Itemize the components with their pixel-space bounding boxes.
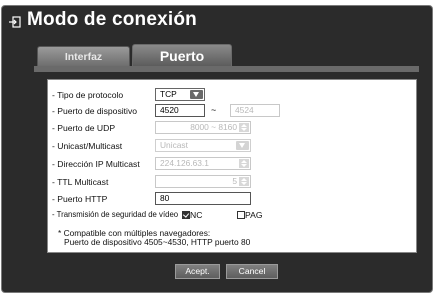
chevron-down-icon (236, 141, 249, 150)
spinner-icon (239, 177, 249, 186)
unicast-multicast-value: Unicast (160, 140, 188, 150)
device-port-label: - Puerto de dispositivo (52, 106, 138, 116)
multicast-ip-value: 224.126.63.1 (160, 158, 209, 168)
nc-checkbox-label: NC (190, 210, 203, 220)
multicast-ip-label: - Dirección IP Multicast (52, 159, 140, 169)
nc-checkbox[interactable] (182, 211, 190, 219)
protocol-label: - Tipo de protocolo (52, 90, 124, 100)
port-settings-panel: - Tipo de protocolo TCP - Puerto de disp… (47, 79, 417, 253)
spinner-icon (239, 159, 249, 168)
unicast-multicast-label: - Unicast/Multicast (52, 141, 123, 151)
tab-interfaz[interactable]: Interfaz (37, 46, 130, 66)
tab-puerto[interactable]: Puerto (132, 44, 232, 66)
dialog-title: Modo de conexión (27, 9, 197, 30)
protocol-select[interactable]: TCP (155, 88, 205, 101)
protocol-value: TCP (160, 89, 177, 99)
tab-bar-divider (34, 66, 419, 72)
pag-checkbox[interactable] (237, 211, 245, 219)
ok-button[interactable]: Acept. (175, 264, 220, 279)
chevron-down-icon (190, 90, 203, 99)
spinner-icon (239, 123, 249, 132)
enter-icon (9, 16, 21, 28)
ttl-multicast-value: 5 (232, 176, 237, 186)
device-port-end-input: 4524 (230, 104, 280, 117)
ttl-multicast-input: 5 (155, 175, 251, 188)
device-port-separator: ~ (211, 105, 217, 115)
udp-port-input: 8000 ~ 8160 (155, 121, 251, 134)
device-port-start-input[interactable]: 4520 (155, 104, 205, 117)
ttl-multicast-label: - TTL Multicast (52, 177, 109, 187)
compatibility-note-detail: Puerto de dispositivo 4505~4530, HTTP pu… (64, 237, 251, 247)
udp-port-label: - Puerto de UDP (52, 123, 116, 133)
video-security-label: - Transmisión de seguridad de vídeo (52, 210, 179, 219)
pag-checkbox-label: PAG (245, 210, 263, 220)
cancel-button[interactable]: Cancel (226, 264, 278, 279)
http-port-input[interactable]: 80 (155, 192, 251, 205)
unicast-multicast-select: Unicast (155, 139, 251, 152)
udp-port-value: 8000 ~ 8160 (190, 122, 237, 132)
multicast-ip-input: 224.126.63.1 (155, 157, 251, 170)
http-port-label: - Puerto HTTP (52, 194, 108, 204)
